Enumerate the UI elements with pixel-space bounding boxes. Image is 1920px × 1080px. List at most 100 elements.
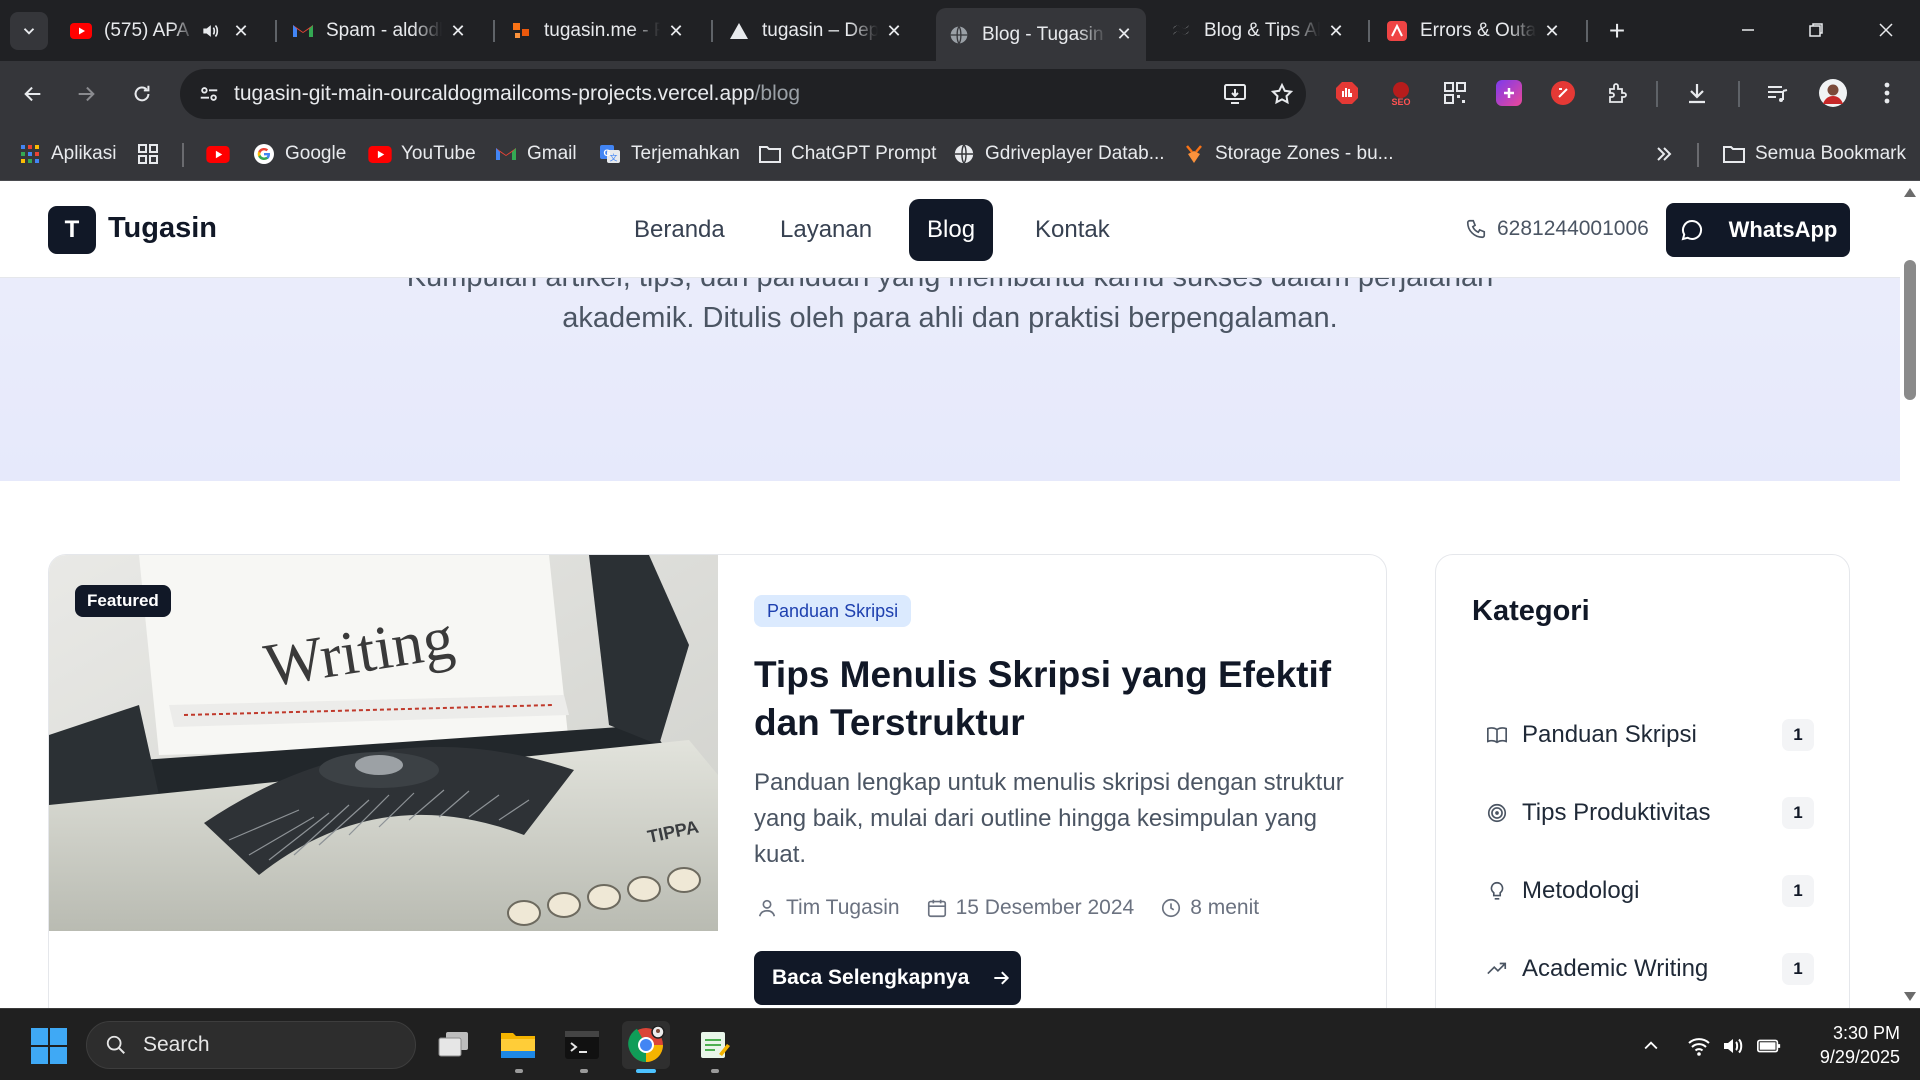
minimize-button[interactable] — [1728, 10, 1768, 50]
category-item-tips-produktivitas[interactable]: Tips Produktivitas 1 — [1484, 793, 1814, 833]
bookmark-youtube-icon-only[interactable] — [206, 138, 239, 170]
tab-vercel[interactable]: tugasin – Depl ✕ — [716, 10, 916, 52]
read-time-meta: 8 menit — [1158, 895, 1259, 921]
scrollbar-thumb[interactable] — [1904, 260, 1916, 400]
brand-name[interactable]: Tugasin — [108, 212, 217, 245]
close-tab-icon[interactable]: ✕ — [448, 21, 468, 41]
task-view-button[interactable] — [430, 1021, 478, 1069]
tab-title: tugasin – Depl — [762, 20, 878, 41]
tab-youtube[interactable]: (575) APA ✕ — [58, 10, 263, 52]
menu-kebab-icon[interactable] — [1870, 76, 1904, 110]
taskbar-file-explorer[interactable] — [494, 1021, 542, 1069]
wifi-icon[interactable] — [1686, 1033, 1712, 1059]
bookmarks-bar: Aplikasi Google YouTube Gmail G文 Terjema… — [0, 127, 1920, 181]
running-indicator — [515, 1069, 523, 1073]
whatsapp-button[interactable]: WhatsApp — [1666, 203, 1850, 257]
phone-link[interactable]: 6281244001006 — [1463, 216, 1649, 242]
profile-avatar[interactable] — [1816, 76, 1850, 110]
close-tab-icon[interactable]: ✕ — [1114, 24, 1134, 45]
extensions-puzzle-icon[interactable] — [1601, 76, 1635, 110]
logo-mark[interactable]: T — [48, 206, 96, 254]
bookmarks-overflow-button[interactable] — [1652, 138, 1685, 170]
gmail-icon — [494, 142, 518, 166]
chevron-down-icon — [23, 28, 35, 35]
forward-button[interactable] — [66, 74, 106, 114]
bookmark-label: YouTube — [401, 143, 476, 164]
close-tab-icon[interactable]: ✕ — [231, 21, 251, 41]
taskbar-chrome[interactable] — [622, 1021, 670, 1069]
tab-title: Errors & Outa — [1420, 20, 1536, 41]
task-view-icon — [438, 1032, 468, 1057]
folder-icon — [501, 1033, 535, 1058]
taskbar-search-box[interactable]: Search — [86, 1021, 416, 1069]
gradient-extension-icon[interactable] — [1492, 76, 1526, 110]
taskbar-terminal[interactable] — [558, 1021, 606, 1069]
notepad-icon — [701, 1032, 730, 1058]
bookmark-chatgpt-prompt[interactable]: ChatGPT Prompt — [758, 138, 936, 170]
read-more-button[interactable]: Baca Selengkapnya — [754, 951, 1021, 1005]
address-bar[interactable]: tugasin-git-main-ourcaldogmailcoms-proje… — [180, 69, 1306, 119]
tray-overflow-chevron-up-icon[interactable] — [1638, 1033, 1664, 1059]
running-indicator — [580, 1069, 588, 1073]
svg-text:文: 文 — [610, 153, 618, 163]
bookmark-gdriveplayer[interactable]: Gdriveplayer Datab... — [952, 138, 1165, 170]
article-title[interactable]: Tips Menulis Skripsi yang Efektif dan Te… — [754, 651, 1354, 747]
install-app-icon[interactable] — [1220, 79, 1250, 109]
close-tab-icon[interactable]: ✕ — [666, 21, 686, 41]
download-icon[interactable] — [1680, 76, 1714, 110]
image-writing-text: Writing — [259, 603, 459, 701]
bookmark-google[interactable]: Google — [252, 138, 346, 170]
bookmark-gmail[interactable]: Gmail — [494, 138, 577, 170]
tab-gmail[interactable]: Spam - aldodl ✕ — [280, 10, 480, 52]
seo-extension-icon[interactable]: SEO — [1384, 76, 1418, 110]
speaker-icon[interactable] — [199, 20, 221, 42]
tab-errors[interactable]: Errors & Outa ✕ — [1374, 10, 1574, 52]
category-item-academic-writing[interactable]: Academic Writing 1 — [1484, 949, 1814, 989]
page-scrollbar[interactable] — [1900, 182, 1920, 1008]
battery-icon[interactable] — [1756, 1033, 1782, 1059]
nav-kontak[interactable]: Kontak — [1017, 199, 1128, 261]
category-item-panduan-skripsi[interactable]: Panduan Skripsi 1 — [1484, 715, 1814, 755]
close-window-button[interactable] — [1866, 10, 1906, 50]
all-bookmarks-folder[interactable]: Semua Bookmark — [1722, 138, 1906, 170]
folder-icon — [1722, 142, 1746, 166]
qr-code-extension-icon[interactable] — [1438, 76, 1472, 110]
tab-tugasin-me[interactable]: tugasin.me - R ✕ — [498, 10, 698, 52]
featured-article-card[interactable]: TIPPA Writing Featured Panduan Skripsi T… — [48, 554, 1387, 1008]
featured-image-typewriter[interactable]: TIPPA Writing Featured — [49, 555, 718, 931]
bookmark-aplikasi[interactable]: Aplikasi — [18, 138, 116, 170]
lightbulb-icon — [1484, 878, 1510, 904]
back-button[interactable] — [13, 74, 53, 114]
close-tab-icon[interactable]: ✕ — [1542, 21, 1562, 41]
bookmark-label: Gdriveplayer Datab... — [985, 143, 1165, 164]
category-item-metodologi[interactable]: Metodologi 1 — [1484, 871, 1814, 911]
scroll-down-arrow[interactable] — [1904, 992, 1916, 1001]
nav-beranda[interactable]: Beranda — [616, 199, 743, 261]
tab-blog-tugasin[interactable]: Blog - Tugasin ✕ — [936, 8, 1146, 61]
adblock-extension-icon[interactable] — [1330, 76, 1364, 110]
bookmark-tab-groups[interactable] — [136, 138, 169, 170]
close-tab-icon[interactable]: ✕ — [884, 21, 904, 41]
bookmark-youtube[interactable]: YouTube — [368, 138, 476, 170]
nav-layanan[interactable]: Layanan — [762, 199, 890, 261]
windows-start-button[interactable] — [30, 1027, 68, 1065]
new-tab-button[interactable]: + — [1600, 14, 1634, 48]
bookmark-storage-zones[interactable]: Storage Zones - bu... — [1182, 138, 1394, 170]
bookmark-terjemahkan[interactable]: G文 Terjemahkan — [598, 138, 740, 170]
taskbar-notepad[interactable] — [690, 1021, 738, 1069]
volume-icon[interactable] — [1720, 1033, 1746, 1059]
media-controls-icon[interactable] — [1760, 76, 1794, 110]
reload-button[interactable] — [122, 74, 162, 114]
system-clock[interactable]: 3:30 PM 9/29/2025 — [1800, 1021, 1900, 1069]
close-tab-icon[interactable]: ✕ — [1326, 21, 1346, 41]
nav-blog[interactable]: Blog — [909, 199, 994, 261]
category-chip[interactable]: Panduan Skripsi — [754, 595, 912, 627]
star-icon[interactable] — [1267, 79, 1297, 109]
scroll-up-arrow[interactable] — [1904, 188, 1916, 197]
site-info-icon[interactable] — [194, 79, 224, 109]
tab-blog-tips[interactable]: Blog & Tips Al ✕ — [1158, 10, 1358, 52]
restore-button[interactable] — [1796, 10, 1836, 50]
tab-search-button[interactable] — [10, 12, 48, 50]
tugasin-icon — [510, 20, 532, 42]
red-extension-icon[interactable] — [1546, 76, 1580, 110]
